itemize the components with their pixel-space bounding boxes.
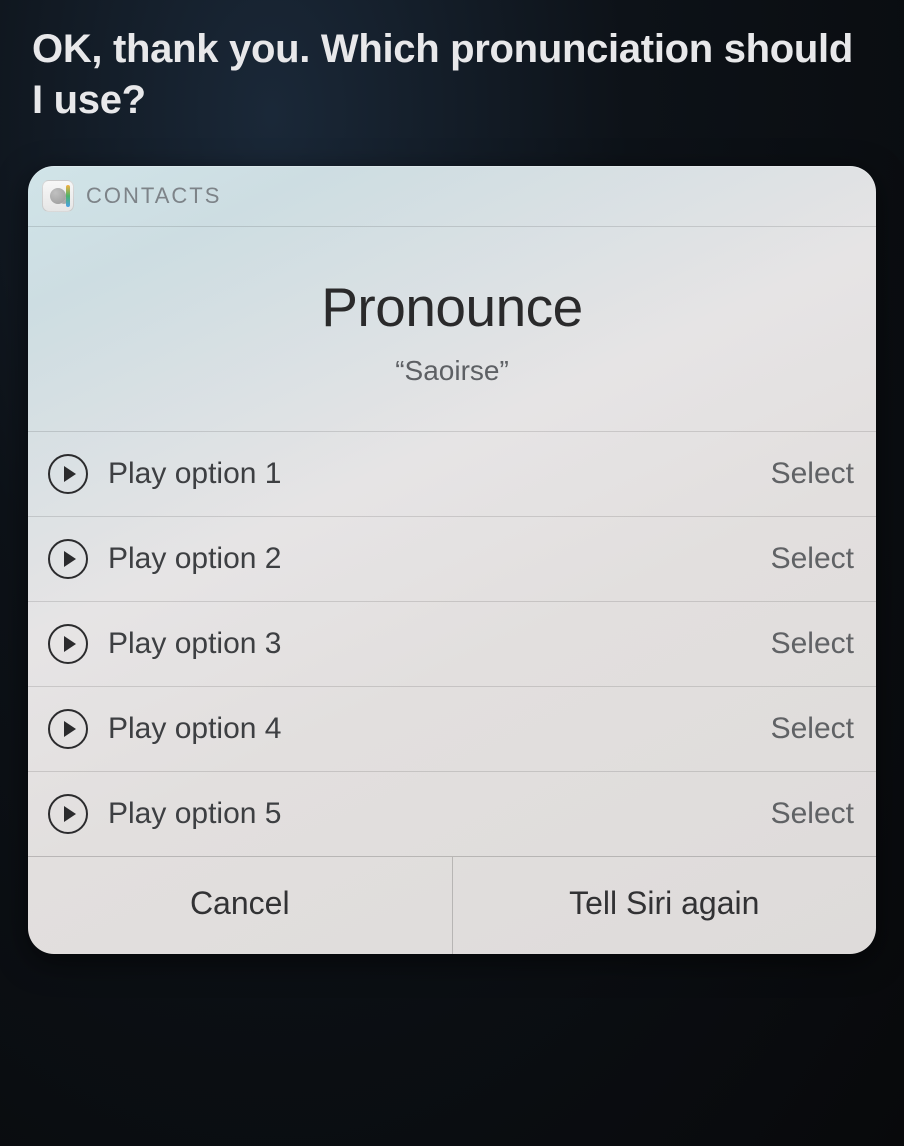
card-subtitle: “Saoirse” xyxy=(48,355,856,387)
option-row: Play option 1 Select xyxy=(28,432,876,517)
play-button[interactable] xyxy=(48,539,88,579)
option-row: Play option 2 Select xyxy=(28,517,876,602)
play-button[interactable] xyxy=(48,454,88,494)
option-row: Play option 5 Select xyxy=(28,772,876,856)
play-icon xyxy=(64,721,76,737)
option-label: Play option 2 xyxy=(108,542,751,576)
cancel-button[interactable]: Cancel xyxy=(28,857,453,954)
option-row: Play option 4 Select xyxy=(28,687,876,772)
select-button[interactable]: Select xyxy=(771,797,854,831)
card-app-label: CONTACTS xyxy=(86,183,221,209)
select-button[interactable]: Select xyxy=(771,457,854,491)
option-label: Play option 3 xyxy=(108,627,751,661)
card-header: CONTACTS xyxy=(28,166,876,227)
siri-response-text: OK, thank you. Which pronunciation shoul… xyxy=(0,0,904,166)
pronunciation-options-list: Play option 1 Select Play option 2 Selec… xyxy=(28,432,876,856)
select-button[interactable]: Select xyxy=(771,712,854,746)
title-block: Pronounce “Saoirse” xyxy=(28,227,876,432)
play-button[interactable] xyxy=(48,794,88,834)
option-row: Play option 3 Select xyxy=(28,602,876,687)
play-icon xyxy=(64,806,76,822)
play-icon xyxy=(64,551,76,567)
option-label: Play option 1 xyxy=(108,457,751,491)
card-title: Pronounce xyxy=(48,275,856,339)
play-icon xyxy=(64,636,76,652)
select-button[interactable]: Select xyxy=(771,627,854,661)
play-icon xyxy=(64,466,76,482)
select-button[interactable]: Select xyxy=(771,542,854,576)
play-button[interactable] xyxy=(48,709,88,749)
tell-siri-again-button[interactable]: Tell Siri again xyxy=(453,857,877,954)
play-button[interactable] xyxy=(48,624,88,664)
option-label: Play option 4 xyxy=(108,712,751,746)
card-footer: Cancel Tell Siri again xyxy=(28,856,876,954)
pronunciation-card: CONTACTS Pronounce “Saoirse” Play option… xyxy=(28,166,876,954)
contacts-app-icon xyxy=(42,180,74,212)
option-label: Play option 5 xyxy=(108,797,751,831)
